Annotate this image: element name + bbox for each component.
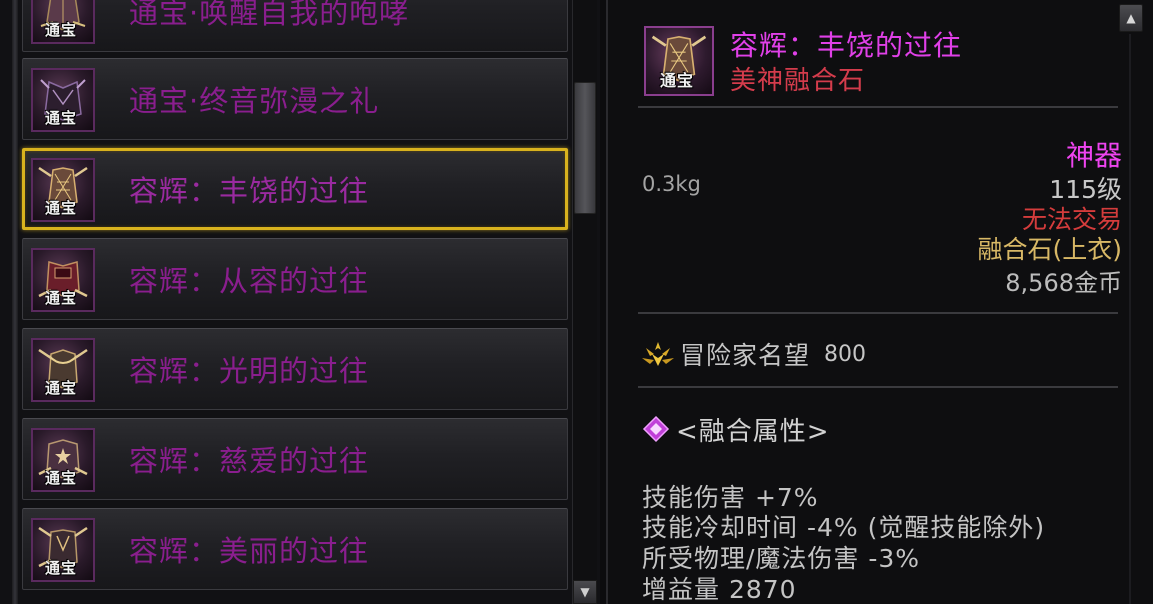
item-name: 容辉：丰饶的过往	[730, 29, 963, 62]
item-slot: 融合石(上衣)	[977, 235, 1122, 264]
chevron-up-icon: ▲	[1126, 11, 1136, 25]
fame-value: 800	[824, 341, 867, 367]
chevron-down-icon: ▼	[580, 585, 590, 599]
crimson-jacket-icon: 通宝	[31, 248, 95, 312]
list-item-4[interactable]: 通宝 容辉：光明的过往	[22, 328, 568, 410]
badge-text: 通宝	[45, 109, 78, 127]
divider	[638, 386, 1118, 388]
fame-row: 冒险家名望 800	[640, 336, 866, 372]
dark-coat-icon: 通宝	[31, 68, 95, 132]
wing-coat-icon: 通宝	[31, 518, 95, 582]
game-ui-root: 通宝 通宝·唤醒自我的咆哮 通宝 通宝·终音弥漫之礼 通宝 容辉：丰饶的过往 通…	[0, 0, 1153, 604]
fusion-label: <融合属性>	[676, 416, 830, 447]
scroll-up-button[interactable]: ▲	[1119, 4, 1143, 32]
item-list-panel: 通宝 通宝·唤醒自我的咆哮 通宝 通宝·终音弥漫之礼 通宝 容辉：丰饶的过往 通…	[0, 0, 600, 604]
stat-line: 增益量 2870	[642, 575, 797, 604]
item-detail-panel: ▲ 通宝 容辉：丰饶的过往 美神融合石 0.3kg 神器 115级 无法交易 融…	[606, 0, 1153, 604]
item-label: 通宝·终音弥漫之礼	[129, 84, 380, 118]
list-item-2[interactable]: 通宝 容辉：丰饶的过往	[22, 148, 568, 230]
badge-text: 通宝	[660, 71, 695, 90]
item-label: 容辉：美丽的过往	[129, 534, 370, 568]
list-item-3[interactable]: 通宝 容辉：从容的过往	[22, 238, 568, 320]
item-rarity: 神器	[1065, 139, 1122, 172]
list-item-5[interactable]: 通宝 容辉：慈爱的过往	[22, 418, 568, 500]
gold-collar-icon: 通宝	[31, 338, 95, 402]
badge-text: 通宝	[45, 379, 78, 397]
badge-text: 通宝	[45, 21, 78, 39]
fame-emblem-icon	[642, 342, 674, 366]
panel-frame	[12, 0, 18, 604]
divider	[638, 312, 1118, 314]
item-label: 通宝·唤醒自我的咆哮	[129, 0, 410, 30]
badge-text: 通宝	[45, 199, 78, 217]
fame-label: 冒险家名望	[680, 341, 811, 370]
badge-text: 通宝	[45, 289, 78, 307]
robe-icon: 通宝	[31, 0, 95, 44]
badge-text: 通宝	[45, 469, 78, 487]
item-label: 容辉：慈爱的过往	[129, 444, 370, 478]
detail-scrollbar[interactable]	[1129, 34, 1131, 604]
item-weight: 0.3kg	[642, 172, 701, 196]
fusion-attributes-header: <融合属性>	[642, 410, 830, 448]
divider	[638, 106, 1118, 108]
list-scroll-thumb[interactable]	[574, 82, 596, 214]
gem-icon	[642, 415, 670, 443]
item-type: 美神融合石	[730, 66, 866, 96]
ornate-robe-icon: 通宝	[31, 158, 95, 222]
item-label: 容辉：从容的过往	[129, 264, 370, 298]
ornate-robe-icon: 通宝	[644, 26, 714, 96]
star-cape-icon: 通宝	[31, 428, 95, 492]
list-item-6[interactable]: 通宝 容辉：美丽的过往	[22, 508, 568, 590]
list-item-1[interactable]: 通宝 通宝·终音弥漫之礼	[22, 58, 568, 140]
scroll-down-button[interactable]: ▼	[573, 580, 597, 604]
list-item-0[interactable]: 通宝 通宝·唤醒自我的咆哮	[22, 0, 568, 52]
badge-text: 通宝	[45, 559, 78, 577]
item-price: 8,568金币	[1005, 269, 1122, 297]
item-label: 容辉：丰饶的过往	[129, 174, 370, 208]
item-label: 容辉：光明的过往	[129, 354, 370, 388]
